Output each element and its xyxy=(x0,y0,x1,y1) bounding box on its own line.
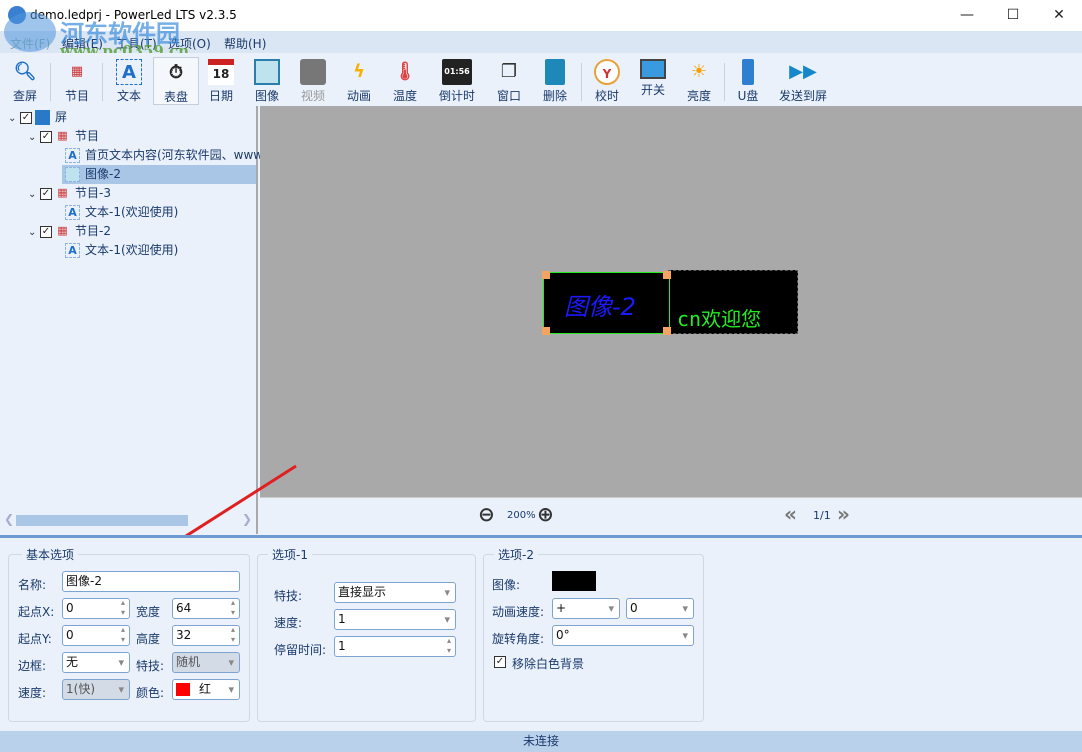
group-title: 选项-2 xyxy=(494,546,538,563)
animation-speed-select[interactable]: 0 xyxy=(626,598,694,619)
border-label: 边框: xyxy=(18,659,47,673)
speed-label: 速度: xyxy=(18,686,47,700)
rotation-select[interactable]: 0° xyxy=(552,625,694,646)
rotation-label: 旋转角度: xyxy=(492,632,545,646)
animation-speed-label: 动画速度: xyxy=(492,605,545,619)
color-select[interactable]: 红 xyxy=(172,679,240,700)
y-spinner[interactable]: 0 xyxy=(62,625,130,646)
properties-panel: 基本选项 名称: 图像-2 起点X: 0 宽度 64 起点Y: 0 高度 32 … xyxy=(0,535,1082,731)
remove-white-checkbox[interactable]: ✓ xyxy=(494,656,506,668)
group-title: 选项-1 xyxy=(268,546,312,563)
effect-select[interactable]: 直接显示 xyxy=(334,582,456,603)
border-select[interactable]: 无 xyxy=(62,652,130,673)
speed-label: 速度: xyxy=(274,616,303,630)
height-spinner[interactable]: 32 xyxy=(172,625,240,646)
name-input[interactable]: 图像-2 xyxy=(62,571,240,592)
stay-time-label: 停留时间: xyxy=(274,643,327,657)
name-label: 名称: xyxy=(18,578,47,592)
speed-select[interactable]: 1(快) xyxy=(62,679,130,700)
stay-time-spinner[interactable]: 1 xyxy=(334,636,456,657)
effect-label: 特技: xyxy=(274,589,303,603)
effect-select[interactable]: 随机 xyxy=(172,652,240,673)
x-spinner[interactable]: 0 xyxy=(62,598,130,619)
image-swatch[interactable] xyxy=(552,571,596,591)
color-swatch xyxy=(176,683,190,696)
y-label: 起点Y: xyxy=(18,632,52,646)
effect-label: 特技: xyxy=(136,659,165,673)
status-bar: 未连接 xyxy=(0,731,1082,752)
animation-sign-select[interactable]: + xyxy=(552,598,620,619)
image-label: 图像: xyxy=(492,578,521,592)
width-spinner[interactable]: 64 xyxy=(172,598,240,619)
x-label: 起点X: xyxy=(18,605,55,619)
speed-select[interactable]: 1 xyxy=(334,609,456,630)
height-label: 高度 xyxy=(136,632,161,646)
width-label: 宽度 xyxy=(136,605,161,619)
remove-white-label: 移除白色背景 xyxy=(512,657,585,671)
color-label: 颜色: xyxy=(136,686,165,700)
group-title: 基本选项 xyxy=(22,546,79,563)
